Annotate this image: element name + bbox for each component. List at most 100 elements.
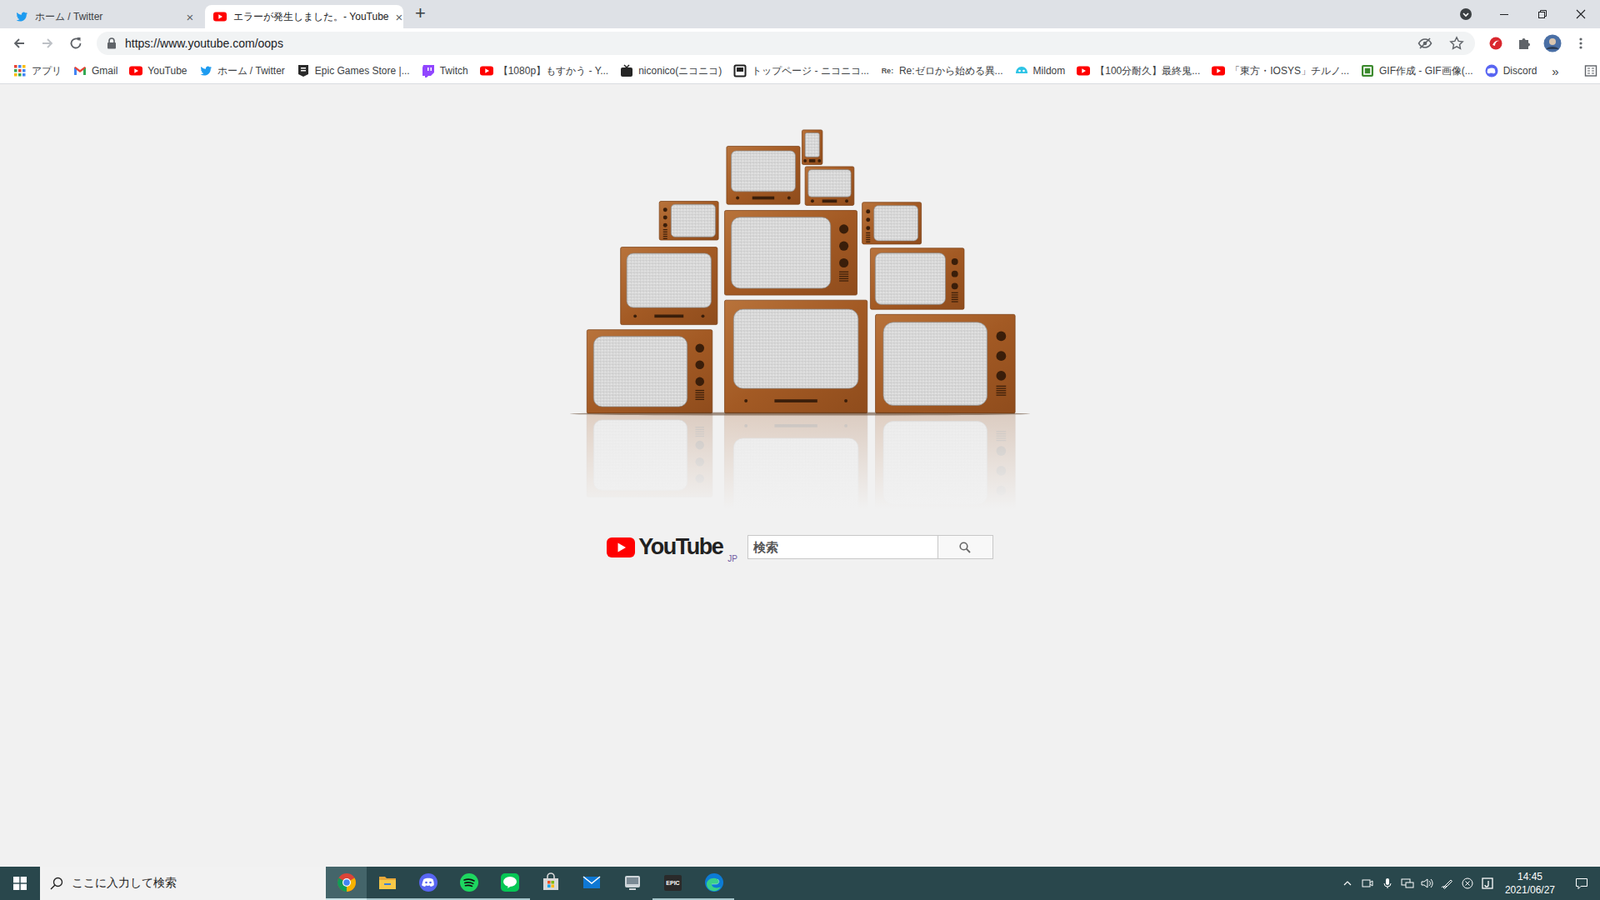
- youtube-search-box: [747, 535, 994, 560]
- discord-icon: [418, 872, 439, 893]
- reading-list-icon: [1584, 64, 1598, 78]
- bookmark-item[interactable]: niconico(ニコニコ): [615, 64, 727, 79]
- menu-dots-icon[interactable]: [1568, 30, 1594, 56]
- bookmark-item[interactable]: 【100分耐久】最終鬼...: [1071, 64, 1205, 79]
- taskbar-app-button[interactable]: [325, 866, 367, 900]
- youtube-favicon-icon: [1076, 64, 1090, 78]
- mail-icon: [581, 872, 602, 893]
- chrome-icon: [336, 872, 357, 893]
- store-icon: [540, 872, 561, 893]
- youtube-play-icon: [606, 537, 635, 558]
- browser-toolbar: https://www.youtube.com/oops: [0, 28, 1600, 59]
- tab-close-button[interactable]: ×: [183, 10, 197, 25]
- avatar-icon[interactable]: [1540, 30, 1565, 56]
- puzzle-icon[interactable]: [1511, 30, 1537, 56]
- bookmark-label: トップページ - ニコニコ...: [751, 64, 870, 79]
- tab-title: ホーム / Twitter: [35, 10, 177, 25]
- notification-icon[interactable]: [1563, 866, 1600, 900]
- ime-icon[interactable]: [1478, 866, 1497, 900]
- status-x-icon[interactable]: [1458, 866, 1477, 900]
- youtube-wordmark: YouTube: [638, 534, 723, 560]
- camera-icon[interactable]: [1358, 866, 1377, 900]
- bookmark-item[interactable]: アプリ: [8, 64, 67, 79]
- network-icon[interactable]: [1398, 866, 1417, 900]
- bookmark-item[interactable]: Discord: [1480, 64, 1543, 78]
- bookmark-item[interactable]: Twitch: [416, 64, 474, 78]
- taskbar-app-button[interactable]: [448, 866, 490, 900]
- taskbar-app-button[interactable]: [693, 866, 735, 900]
- back-arrow-icon[interactable]: [6, 30, 32, 56]
- gmail-favicon-icon: [73, 64, 87, 78]
- bookmark-label: Mildom: [1033, 65, 1066, 77]
- forward-arrow-icon[interactable]: [35, 30, 60, 56]
- re-favicon-icon: Re:: [880, 64, 895, 78]
- browser-tab[interactable]: エラーが発生しました。- YouTube ×: [205, 5, 404, 29]
- bookmark-item[interactable]: GIF作成 - GIF画像(...: [1355, 64, 1479, 79]
- gif-favicon-icon: [1360, 64, 1375, 78]
- restore-icon[interactable]: [1523, 0, 1562, 29]
- tv-stack-illustration: [567, 125, 1033, 510]
- bookmarks-overflow-button[interactable]: »: [1545, 64, 1565, 79]
- tray-chevron-icon[interactable]: [1338, 866, 1357, 900]
- taskbar-app-button[interactable]: [407, 866, 449, 900]
- star-icon[interactable]: [1445, 31, 1469, 55]
- minimize-icon[interactable]: [1485, 0, 1524, 29]
- bookmark-item[interactable]: YouTube: [124, 64, 192, 78]
- taskbar-app-button[interactable]: [489, 866, 530, 900]
- apps-favicon-icon: [13, 64, 27, 78]
- bookmark-label: 【1080p】もすかう - Y...: [498, 64, 610, 79]
- browser-tab[interactable]: ホーム / Twitter ×: [6, 5, 205, 29]
- microphone-icon[interactable]: [1378, 866, 1397, 900]
- taskbar-space: [734, 866, 1339, 900]
- url-text: https://www.youtube.com/oops: [125, 36, 1405, 50]
- taskbar-app-button[interactable]: [611, 866, 653, 900]
- lock-icon: [106, 37, 117, 50]
- taskbar-app-button[interactable]: EPIC: [652, 866, 694, 900]
- epic-games-icon: EPIC: [664, 875, 681, 891]
- taskbar: ここに入力して検索 EPIC 14:452021/06/27: [0, 866, 1600, 900]
- youtube-favicon-icon: [1211, 64, 1225, 78]
- taskbar-clock[interactable]: 14:452021/06/27: [1498, 870, 1562, 897]
- bookmark-item[interactable]: 「東方・IOSYS」チルノ...: [1206, 64, 1355, 79]
- youtube-logo[interactable]: YouTubeJP: [606, 534, 738, 560]
- tab-strip: ホーム / Twitter×エラーが発生しました。- YouTube×+: [0, 0, 1600, 29]
- bookmark-item[interactable]: トップページ - ニコニコ...: [728, 64, 875, 79]
- search-icon[interactable]: [937, 535, 994, 560]
- reading-list-button[interactable]: リーディング リスト: [1579, 64, 1600, 79]
- bookmark-item[interactable]: Epic Games Store |...: [291, 64, 415, 78]
- taskbar-search-placeholder: ここに入力して検索: [71, 875, 177, 891]
- taskbar-app-button[interactable]: [366, 866, 408, 900]
- taskbar-search-box[interactable]: ここに入力して検索: [40, 866, 326, 900]
- bookmarks-bar: アプリGmailYouTubeホーム / TwitterEpic Games S…: [0, 58, 1600, 85]
- tab-title: エラーが発生しました。- YouTube: [233, 10, 390, 25]
- youtube-search-input[interactable]: [747, 535, 938, 560]
- bookmark-item[interactable]: 【1080p】もすかう - Y...: [475, 64, 615, 79]
- pen-icon[interactable]: [1438, 866, 1457, 900]
- new-tab-button[interactable]: +: [403, 2, 438, 26]
- page-favicon-icon: [733, 64, 747, 78]
- address-bar[interactable]: https://www.youtube.com/oops: [96, 31, 1475, 55]
- tab-search-icon[interactable]: [1446, 0, 1485, 29]
- eye-slash-icon[interactable]: [1413, 31, 1437, 55]
- discord-favicon-icon: [1485, 64, 1499, 78]
- close-window-icon[interactable]: [1561, 0, 1600, 29]
- bookmark-item[interactable]: Re:Re:ゼロから始める異...: [875, 64, 1009, 79]
- twitch-favicon-icon: [421, 64, 435, 78]
- bookmark-label: GIF作成 - GIF画像(...: [1379, 64, 1474, 79]
- search-icon: [50, 876, 64, 890]
- bookmark-item[interactable]: Mildom: [1010, 64, 1071, 78]
- volume-icon[interactable]: [1418, 866, 1437, 900]
- bookmark-label: niconico(ニコニコ): [638, 64, 722, 79]
- bookmark-label: 「東方・IOSYS」チルノ...: [1230, 64, 1350, 79]
- bookmark-item[interactable]: ホーム / Twitter: [194, 64, 290, 79]
- reload-icon[interactable]: [63, 30, 89, 56]
- mildom-favicon-icon: [1015, 64, 1029, 78]
- extension-red-icon[interactable]: [1483, 30, 1509, 56]
- taskbar-app-button[interactable]: [570, 866, 612, 900]
- bookmark-item[interactable]: Gmail: [68, 64, 123, 78]
- taskbar-app-button[interactable]: [530, 866, 571, 900]
- region-label: JP: [727, 554, 738, 564]
- tab-close-button[interactable]: ×: [395, 10, 404, 25]
- windows-start-icon[interactable]: [0, 866, 40, 900]
- system-tray: 14:452021/06/27: [1338, 866, 1600, 900]
